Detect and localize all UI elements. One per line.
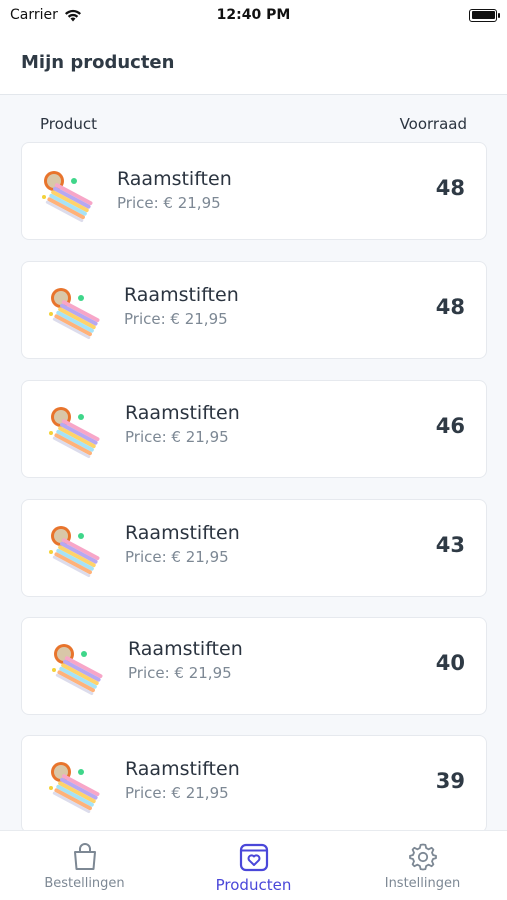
tab-bestellingen[interactable]: Bestellingen	[0, 831, 169, 891]
tab-instellingen[interactable]: Instellingen	[338, 831, 507, 891]
product-name: Raamstiften	[128, 638, 243, 660]
shopping-bag-icon	[73, 843, 96, 870]
tab-bar: Bestellingen Producten Instellingen	[0, 830, 507, 900]
product-name: Raamstiften	[125, 522, 240, 544]
product-stock: 46	[435, 414, 465, 438]
product-thumbnail	[42, 171, 94, 223]
product-card[interactable]: Raamstiften Price: € 21,95 43	[21, 499, 487, 597]
product-price: Price: € 21,95	[124, 310, 228, 328]
product-stock: 48	[435, 176, 465, 200]
tab-producten[interactable]: Producten	[169, 831, 338, 894]
product-stock: 40	[435, 651, 465, 675]
product-card[interactable]: Raamstiften Price: € 21,95 40	[21, 617, 487, 715]
product-thumbnail	[49, 407, 101, 459]
product-price: Price: € 21,95	[128, 664, 232, 682]
product-card[interactable]: Raamstiften Price: € 21,95 39	[21, 735, 487, 833]
status-bar: Carrier 12:40 PM	[0, 0, 507, 30]
product-thumbnail	[49, 526, 101, 578]
tab-label: Bestellingen	[44, 876, 125, 891]
wifi-icon	[64, 9, 81, 21]
product-price: Price: € 21,95	[125, 784, 229, 802]
product-card[interactable]: Raamstiften Price: € 21,95 48	[21, 261, 487, 359]
product-stock: 48	[435, 295, 465, 319]
product-stock: 39	[435, 769, 465, 793]
product-thumbnail	[49, 288, 101, 340]
product-card[interactable]: Raamstiften Price: € 21,95 48	[21, 142, 487, 240]
page-title: Mijn producten	[21, 51, 175, 73]
gear-icon	[408, 843, 437, 871]
product-price: Price: € 21,95	[117, 194, 221, 212]
product-box-icon	[239, 843, 268, 872]
product-name: Raamstiften	[124, 284, 239, 306]
battery-icon	[469, 8, 500, 22]
column-headers: Product Voorraad	[40, 112, 467, 136]
product-name: Raamstiften	[125, 758, 240, 780]
column-header-stock: Voorraad	[399, 115, 467, 133]
tab-label: Producten	[215, 876, 292, 894]
product-thumbnail	[49, 762, 101, 814]
column-header-product: Product	[40, 115, 97, 133]
status-left: Carrier	[10, 7, 82, 23]
product-card[interactable]: Raamstiften Price: € 21,95 46	[21, 380, 487, 478]
product-list: Raamstiften Price: € 21,95 48 Raamstifte…	[21, 142, 487, 852]
carrier-label: Carrier	[10, 7, 58, 23]
product-thumbnail	[52, 644, 104, 696]
product-price: Price: € 21,95	[125, 428, 229, 446]
product-name: Raamstiften	[125, 402, 240, 424]
tab-label: Instellingen	[384, 876, 461, 891]
product-stock: 43	[435, 533, 465, 557]
product-name: Raamstiften	[117, 168, 232, 190]
nav-header: Mijn producten	[0, 30, 507, 95]
product-price: Price: € 21,95	[125, 548, 229, 566]
